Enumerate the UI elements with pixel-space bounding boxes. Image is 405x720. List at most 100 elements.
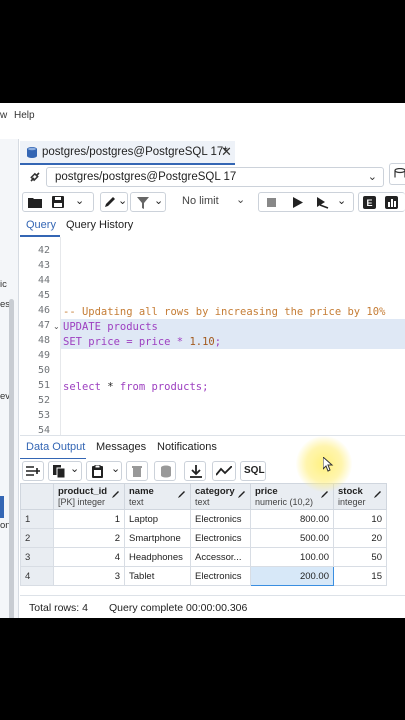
chevron-down-icon[interactable]: ⌄ [75,194,84,207]
delete-button[interactable] [126,461,148,481]
save-data-button[interactable] [154,461,176,481]
cell-category[interactable]: Electronics [190,528,251,548]
pencil-icon[interactable] [178,490,186,498]
object-explorer-panel: ic es ev on [0,139,19,618]
connection-select[interactable]: postgres/postgres@PostgreSQL 17 ⌄ [46,167,384,187]
cell-category[interactable]: Accessor... [190,547,251,567]
menu-item-view[interactable]: w [0,110,7,121]
query-tool-tab[interactable]: postgres/postgres@PostgreSQL 17* ✕ [20,141,235,165]
tab-query[interactable]: Query [26,219,56,231]
sql-editor[interactable]: 42 43 44 45 46 47 ⌄ 48 49 50 51 52 53 54… [20,237,405,436]
column-type: integer [338,497,366,507]
save-icon[interactable] [52,196,64,208]
tab-query-history[interactable]: Query History [66,219,133,231]
column-header-stock[interactable]: stock integer [333,483,387,510]
download-button[interactable] [184,461,206,481]
table-row[interactable]: 1 1 Laptop Electronics 800.00 10 [20,509,387,529]
chevron-down-icon[interactable]: ⌄ [337,194,346,207]
row-number[interactable]: 3 [20,547,54,567]
filter-icon [137,197,149,209]
cell-stock[interactable]: 10 [333,509,387,529]
row-number[interactable]: 2 [20,528,54,548]
explorer-scrollbar[interactable] [9,299,14,618]
table-row[interactable]: 2 2 Smartphone Electronics 500.00 20 [20,528,387,548]
tab-data-output[interactable]: Data Output [26,441,85,453]
editor-tab-strip: postgres/postgres@PostgreSQL 17* ✕ [20,141,405,166]
explain-analyze-icon[interactable] [385,196,398,209]
cell-product-id[interactable]: 1 [53,509,125,529]
query-tool-tab-label: postgres/postgres@PostgreSQL 17* [42,146,228,158]
cell-category[interactable]: Electronics [190,566,251,586]
save-data-icon [161,465,171,478]
results-table: product_id [PK] integer name text category… [20,483,387,586]
cell-stock[interactable]: 50 [333,547,387,567]
connection-status-icon[interactable] [28,170,42,184]
add-row-button[interactable] [22,461,44,481]
cell-price-selected[interactable]: 200.00 [250,566,334,586]
row-number[interactable]: 1 [20,509,54,529]
pencil-icon[interactable] [374,490,382,498]
line-number: 53 [37,410,50,421]
sql-button[interactable]: SQL [240,461,266,481]
table-row[interactable]: 4 3 Tablet Electronics 200.00 15 [20,566,387,586]
column-header-product-id[interactable]: product_id [PK] integer [53,483,125,510]
cell-name[interactable]: Headphones [124,547,191,567]
copy-button[interactable]: ⌄ [48,461,82,481]
line-number: 43 [37,260,50,271]
overflow-button[interactable] [389,163,405,185]
tab-messages[interactable]: Messages [96,441,146,453]
cell-name[interactable]: Smartphone [124,528,191,548]
cell-category[interactable]: Electronics [190,509,251,529]
chevron-down-icon: ⌄ [367,171,377,183]
chevron-down-icon: ⌄ [154,195,164,207]
cell-price[interactable]: 500.00 [250,528,334,548]
close-tab-icon[interactable]: ✕ [221,144,232,160]
stop-icon[interactable] [267,198,276,207]
menu-item-help[interactable]: Help [14,110,35,121]
mouse-pointer-icon [323,457,334,472]
code-line-47: UPDATE products [63,321,158,333]
code-line-51: select * from products; [63,381,208,393]
limit-select[interactable]: No limit ⌄ [170,192,252,212]
chevron-down-icon: ⌄ [70,463,80,475]
execute-script-icon[interactable] [317,197,329,209]
cell-price[interactable]: 800.00 [250,509,334,529]
column-type: numeric (10,2) [255,497,314,507]
keyword-set: SET [63,336,82,348]
keyword-update: UPDATE [63,321,101,333]
cell-stock[interactable]: 15 [333,566,387,586]
cell-price[interactable]: 100.00 [250,547,334,567]
open-folder-icon[interactable] [28,196,42,208]
code-line-46: -- Updating all rows by increasing the p… [63,306,386,318]
chevron-down-icon: ⌄ [111,463,121,475]
fold-chevron-icon[interactable]: ⌄ [53,322,60,331]
paste-button[interactable]: ⌄ [86,461,122,481]
tab-notifications[interactable]: Notifications [157,441,217,453]
row-number-header [20,483,54,510]
explain-icon[interactable]: E [363,196,376,209]
pgadmin-window: w Help ic es ev on postgres/postgres@Pos… [0,103,405,618]
filter-button[interactable]: ⌄ [130,192,166,212]
cell-name[interactable]: Tablet [124,566,191,586]
cell-product-id[interactable]: 2 [53,528,125,548]
cell-stock[interactable]: 20 [333,528,387,548]
pencil-icon[interactable] [112,490,120,498]
query-subtabs: Query Query History [20,215,405,238]
line-number: 47 [37,320,50,331]
play-icon[interactable] [293,197,303,208]
keyword-select: select [63,381,101,393]
edit-button[interactable]: ⌄ [100,192,128,212]
cell-product-id[interactable]: 4 [53,547,125,567]
cell-product-id[interactable]: 3 [53,566,125,586]
cell-name[interactable]: Laptop [124,509,191,529]
data-output-grid[interactable]: product_id [PK] integer name text category… [20,483,387,591]
table-row[interactable]: 3 4 Headphones Accessor... 100.00 50 [20,547,387,567]
line-number: 49 [37,350,50,361]
sql-label: SQL [244,465,265,476]
pencil-icon[interactable] [238,490,246,498]
database-icon [394,168,405,178]
column-header-name[interactable]: name text [124,483,191,510]
column-header-category[interactable]: category text [190,483,251,510]
graph-visualiser-button[interactable] [212,461,236,481]
row-number[interactable]: 4 [20,566,54,586]
